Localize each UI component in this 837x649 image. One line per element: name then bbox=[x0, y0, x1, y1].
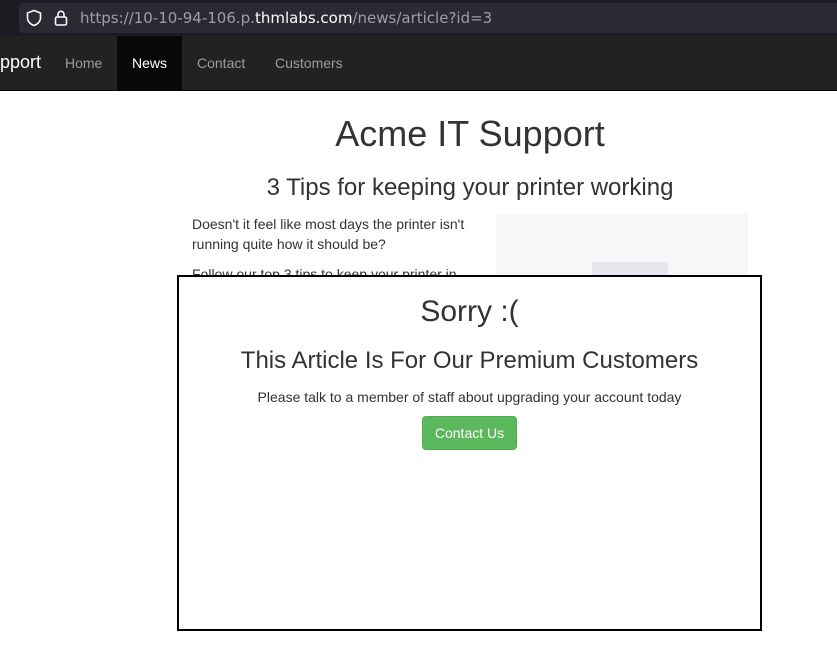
modal-subheading: This Article Is For Our Premium Customer… bbox=[240, 347, 699, 374]
url-prefix: https://10-10-94-106.p. bbox=[80, 9, 255, 27]
nav-item-contact[interactable]: Contact bbox=[182, 36, 260, 90]
site-navbar: pport Home News Contact Customers bbox=[0, 36, 837, 91]
site-title: Acme IT Support bbox=[335, 113, 605, 154]
lock-icon[interactable] bbox=[52, 9, 70, 27]
article-title: 3 Tips for keeping your printer working bbox=[266, 174, 674, 201]
browser-toolbar: https://10-10-94-106.p.thmlabs.com/news/… bbox=[0, 0, 837, 36]
modal-message: Please talk to a member of staff about u… bbox=[257, 389, 682, 405]
article-paragraph: Doesn't it feel like most days the print… bbox=[192, 216, 465, 252]
shield-icon[interactable] bbox=[25, 9, 43, 27]
url-text[interactable]: https://10-10-94-106.p.thmlabs.com/news/… bbox=[80, 9, 492, 27]
modal-heading: Sorry :( bbox=[420, 295, 519, 328]
nav-item-customers[interactable]: Customers bbox=[260, 36, 358, 90]
url-host: thmlabs.com bbox=[254, 9, 353, 27]
url-path: /news/article?id=3 bbox=[352, 9, 493, 27]
contact-us-button[interactable]: Contact Us bbox=[422, 416, 517, 450]
nav-item-home[interactable]: Home bbox=[50, 36, 117, 90]
navbar-brand[interactable]: pport bbox=[0, 52, 41, 72]
nav-item-news[interactable]: News bbox=[117, 36, 182, 90]
premium-modal: Sorry :( This Article Is For Our Premium… bbox=[177, 275, 762, 631]
article-image bbox=[496, 214, 748, 282]
